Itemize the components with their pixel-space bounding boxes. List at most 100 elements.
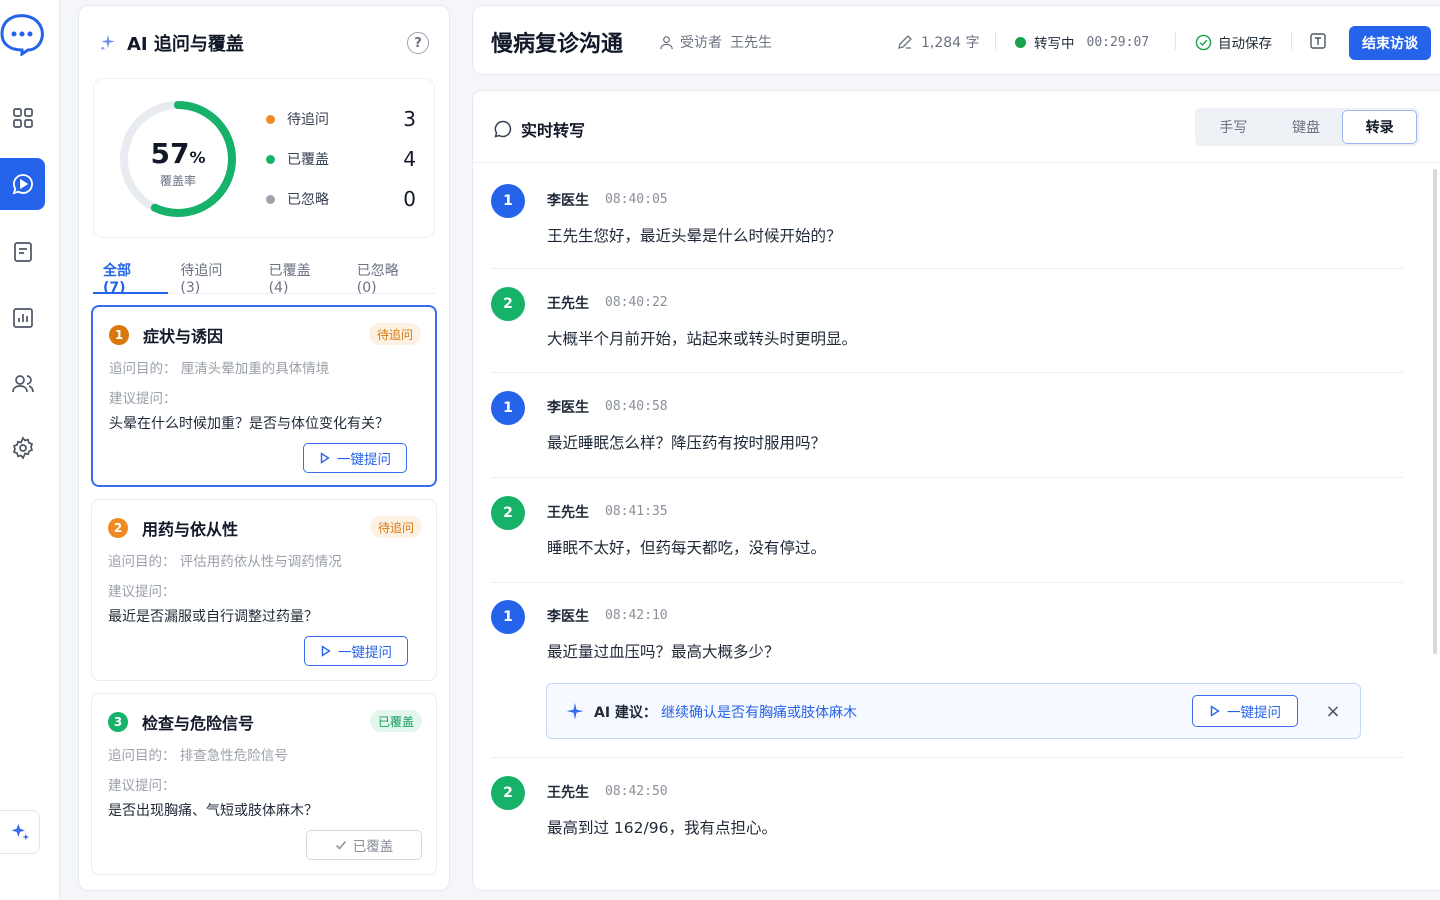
speaker-avatar: 1 — [491, 391, 525, 425]
document-icon[interactable] — [0, 226, 45, 278]
message-time: 08:40:05 — [605, 192, 668, 207]
message-text: 最高到过 162/96，我有点担心。 — [547, 819, 777, 837]
elapsed-timer: 00:29:07 — [1086, 34, 1150, 50]
check-circle-icon — [1195, 34, 1212, 50]
transcript-header: 实时转写 手写 键盘 转录 — [473, 91, 1440, 163]
settings-gear-icon[interactable] — [0, 422, 45, 474]
message-text: 睡眠不太好，但药每天都吃，没有停过。 — [547, 539, 827, 557]
chat-bubble-icon — [494, 120, 512, 138]
card-purpose: 追问目的： 厘清头晕加重的具体情境 — [109, 361, 330, 377]
question-card[interactable]: 2 用药与依从性 待追问 追问目的： 评估用药依从性与调药情况 建议提问： 最近… — [91, 499, 437, 681]
tab-pending[interactable]: 待追问 (3) — [170, 254, 256, 296]
help-icon[interactable]: ? — [407, 32, 429, 54]
autosave-status: 自动保存 — [1195, 32, 1272, 52]
question-card[interactable]: 1 症状与诱因 待追问 追问目的： 厘清头晕加重的具体情境 建议提问： 头晕在什… — [91, 305, 437, 487]
card-suggested-question: 是否出现胸痛、气短或肢体麻木？ — [108, 803, 318, 819]
sparkle-icon — [100, 34, 115, 51]
chat-play-icon[interactable] — [0, 158, 45, 210]
card-title: 用药与依从性 — [142, 520, 239, 539]
status-badge: 待追问 — [369, 516, 422, 538]
speaker-avatar: 1 — [491, 600, 525, 634]
interviewee-info: 受访者 王先生 — [659, 32, 772, 52]
card-number-badge: 1 — [109, 325, 129, 345]
pending-dot — [266, 114, 275, 124]
left-nav-rail — [0, 0, 60, 900]
stat-covered: 已覆盖 4 — [266, 147, 416, 171]
speaker-name: 李医生 — [547, 609, 589, 625]
divider — [491, 477, 1403, 478]
mode-transcribe[interactable]: 转录 — [1342, 110, 1418, 144]
card-title: 症状与诱因 — [143, 327, 224, 346]
play-icon — [320, 452, 330, 464]
card-number-badge: 2 — [108, 518, 128, 538]
question-card[interactable]: 3 检查与危险信号 已覆盖 追问目的： 排查急性危险信号 建议提问： 是否出现胸… — [91, 693, 437, 875]
bar-chart-icon[interactable] — [0, 292, 45, 344]
sparkle-icon — [566, 702, 584, 720]
tab-covered[interactable]: 已覆盖 (4) — [259, 254, 345, 296]
ignored-dot — [266, 194, 275, 204]
mode-keyboard[interactable]: 键盘 — [1270, 110, 1343, 144]
ai-panel-title: AI 追问与覆盖 — [127, 34, 244, 55]
card-suggested-question: 头晕在什么时候加重？是否与体位变化有关？ — [109, 416, 389, 432]
card-suggested-question: 最近是否漏服或自行调整过药量？ — [108, 609, 318, 625]
card-suggestion-label: 建议提问： — [109, 391, 177, 407]
card-purpose: 追问目的： 评估用药依从性与调药情况 — [108, 554, 342, 570]
coverage-percent: 57% — [150, 137, 206, 170]
divider — [1291, 32, 1292, 50]
card-number-badge: 3 — [108, 712, 128, 732]
speaker-name: 王先生 — [547, 505, 589, 521]
message-time: 08:42:10 — [605, 608, 668, 623]
message-text: 王先生您好，最近头晕是什么时候开始的？ — [547, 227, 842, 245]
recording-status: 转写中 00:29:07 — [1015, 32, 1149, 52]
ai-followup-panel: AI 追问与覆盖 ? 57% 覆盖率 待追问 3 已覆盖 4 已忽略 0 全部 … — [78, 5, 450, 891]
end-interview-button[interactable]: 结束访谈 — [1349, 26, 1431, 60]
transcript-title: 实时转写 — [493, 117, 585, 141]
check-icon — [335, 841, 346, 850]
divider — [995, 32, 996, 50]
app-logo-icon[interactable] — [0, 10, 46, 57]
message-time: 08:42:50 — [605, 784, 668, 799]
message-text: 大概半个月前开始，站起来或转头时更明显。 — [547, 330, 858, 348]
recording-dot-icon — [1015, 36, 1026, 48]
tab-all[interactable]: 全部 (7) — [93, 254, 169, 296]
divider — [491, 268, 1403, 269]
speaker-avatar: 2 — [491, 776, 525, 810]
message-time: 08:40:58 — [605, 399, 668, 414]
transcript-panel: 实时转写 手写 键盘 转录 1 李医生 08:40:05 王先生您好，最近头晕是… — [472, 90, 1440, 891]
transcript-scrollbar[interactable] — [1433, 169, 1437, 654]
speaker-name: 王先生 — [547, 785, 589, 801]
mode-handwriting[interactable]: 手写 — [1197, 110, 1270, 144]
page-title: 慢病复诊沟通 — [491, 32, 624, 57]
card-title: 检查与危险信号 — [142, 714, 255, 733]
word-count: 1,284 字 — [897, 32, 980, 52]
pen-icon — [898, 35, 912, 49]
ask-button[interactable]: 一键提问 — [1192, 695, 1298, 727]
covered-button[interactable]: 已覆盖 — [306, 830, 422, 860]
ask-button[interactable]: 一键提问 — [304, 636, 408, 666]
coverage-stats-card: 57% 覆盖率 待追问 3 已覆盖 4 已忽略 0 — [93, 78, 435, 238]
divider — [491, 757, 1403, 758]
dashboard-grid-icon[interactable] — [0, 92, 45, 144]
ai-suggestion-text: 继续确认是否有胸痛或肢体麻木 — [661, 705, 857, 721]
status-badge: 已覆盖 — [369, 710, 422, 732]
tab-ignored[interactable]: 已忽略 (0) — [347, 254, 433, 296]
message-time: 08:41:35 — [605, 504, 668, 519]
session-header: 慢病复诊沟通 受访者 王先生 1,284 字 转写中 00:29:07 自动保存… — [472, 5, 1440, 75]
play-icon — [1210, 705, 1220, 717]
filter-tabs: 全部 (7) 待追问 (3) 已覆盖 (4) 已忽略 (0) — [93, 254, 435, 296]
card-purpose: 追问目的： 排查急性危险信号 — [108, 748, 288, 764]
close-icon[interactable]: × — [1323, 701, 1343, 722]
covered-dot — [266, 154, 275, 164]
users-icon[interactable] — [0, 358, 45, 410]
speaker-avatar: 2 — [491, 287, 525, 321]
play-icon — [321, 645, 331, 657]
card-suggestion-label: 建议提问： — [108, 584, 176, 600]
document-export-icon[interactable] — [1309, 32, 1327, 50]
input-mode-switch: 手写 键盘 转录 — [1195, 108, 1419, 146]
coverage-label: 覆盖率 — [159, 174, 196, 188]
user-icon — [660, 35, 673, 49]
status-badge: 待追问 — [368, 323, 421, 345]
message-time: 08:40:22 — [605, 295, 668, 310]
ask-button[interactable]: 一键提问 — [303, 443, 407, 473]
ai-sparkle-button[interactable] — [0, 810, 40, 854]
